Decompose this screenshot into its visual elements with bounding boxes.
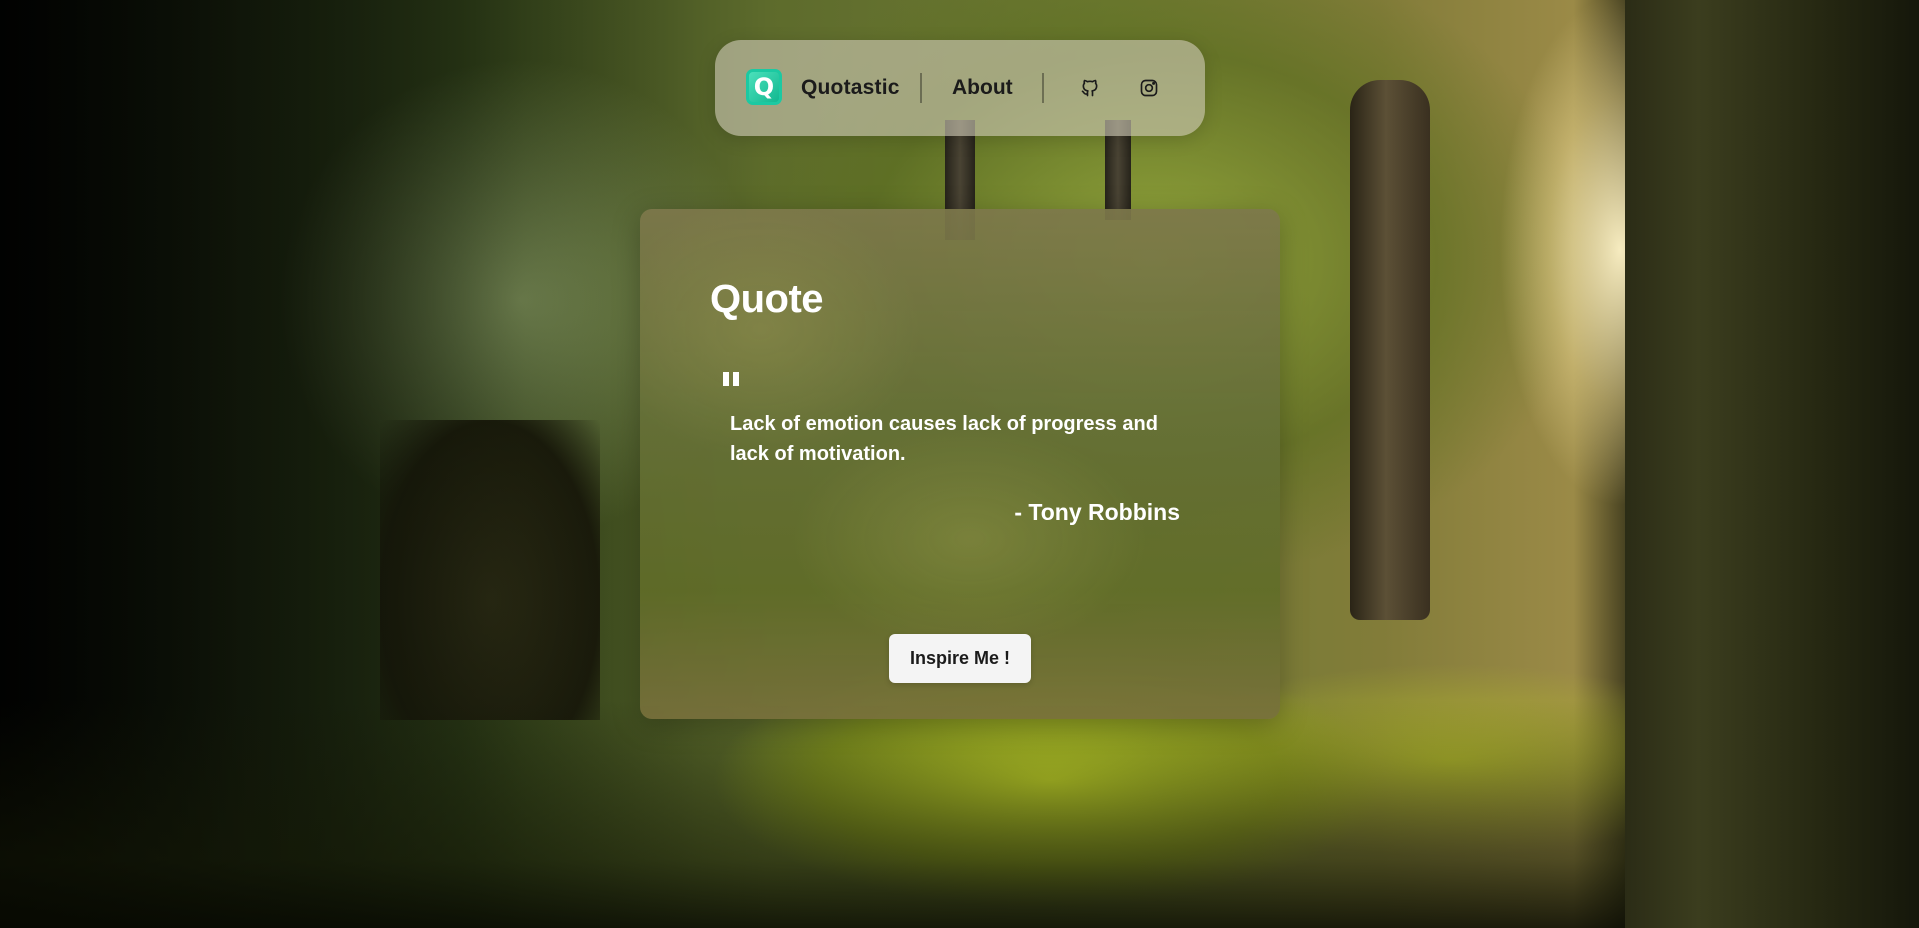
brand-link[interactable]: Quotastic — [801, 76, 900, 100]
logo-letter: Q — [753, 73, 775, 101]
instagram-icon[interactable] — [1137, 76, 1161, 100]
nav-about-link[interactable]: About — [952, 76, 1013, 100]
nav-divider — [1042, 73, 1044, 103]
inspire-me-button[interactable]: Inspire Me ! — [889, 634, 1031, 683]
navbar: Q Quotastic About — [715, 40, 1205, 136]
quote-text: Lack of emotion causes lack of progress … — [730, 413, 1158, 465]
github-icon[interactable] — [1078, 76, 1102, 100]
nav-divider — [920, 73, 922, 103]
quote-card: Quote Lack of emotion causes lack of pro… — [640, 209, 1280, 719]
quote-author: - Tony Robbins — [1014, 499, 1180, 525]
tree-trunk-foreground — [1625, 0, 1919, 928]
card-title: Quote — [710, 277, 824, 321]
tree-trunk — [1350, 80, 1430, 620]
logo-icon[interactable]: Q — [746, 69, 782, 105]
quote-mark-icon — [720, 369, 744, 395]
